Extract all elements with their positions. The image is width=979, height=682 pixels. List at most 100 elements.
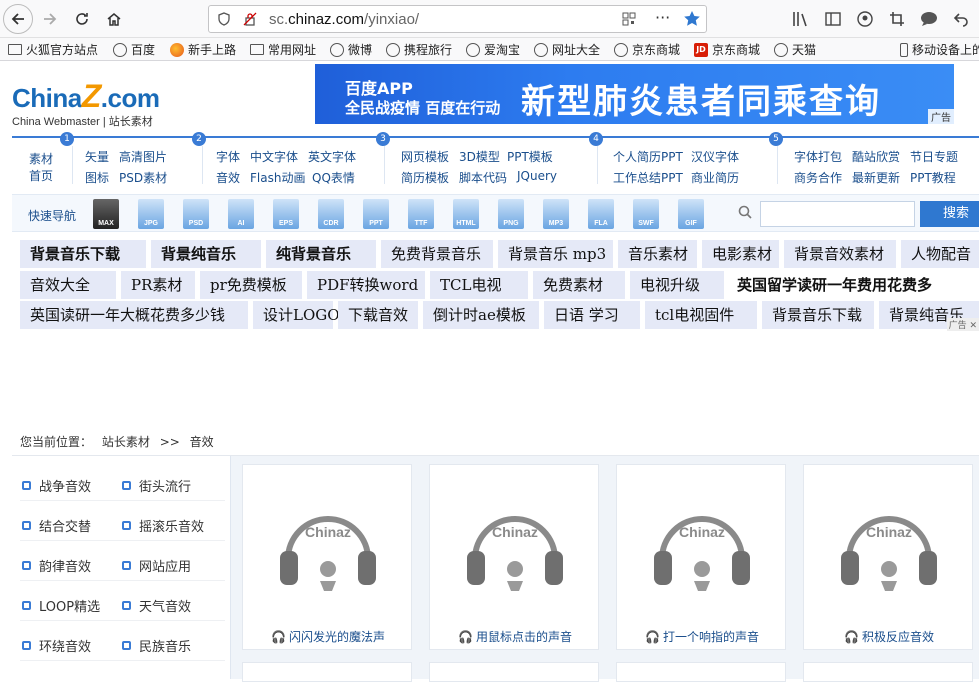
insecure-lock-icon[interactable] <box>243 12 257 26</box>
nav-link[interactable]: 英文字体 <box>308 148 356 165</box>
tag-link[interactable]: PR素材 <box>121 271 195 299</box>
bookmark-item[interactable]: 爱淘宝 <box>466 41 520 58</box>
bookmark-item[interactable]: 新手上路 <box>170 41 236 58</box>
eps-file-icon[interactable]: EPS <box>273 199 299 229</box>
nav-link[interactable]: 网页模板 <box>401 148 449 165</box>
ppt-file-icon[interactable]: PPT <box>363 199 389 229</box>
breadcrumb-link[interactable]: 站长素材 <box>102 435 150 449</box>
search-button[interactable]: 搜索 <box>920 201 979 227</box>
sound-card-next-row[interactable] <box>616 662 786 682</box>
tag-link[interactable]: 设计LOGO <box>253 301 340 329</box>
ad-close-mark[interactable]: 广告 ✕ <box>946 318 979 331</box>
sound-card[interactable]: Chinaz 🎧 打一个响指的声音 <box>616 464 786 650</box>
sidebar-item[interactable]: 网站应用 <box>122 556 191 575</box>
jpg-file-icon[interactable]: JPG <box>138 199 164 229</box>
tag-link[interactable]: 背景音乐下载 <box>762 301 874 329</box>
search-input[interactable] <box>760 201 915 227</box>
star-bookmark-icon[interactable] <box>683 10 701 28</box>
card-title[interactable]: 🎧 积极反应音效 <box>804 628 974 645</box>
sidebar-item[interactable]: 结合交替 <box>22 516 91 535</box>
nav-link[interactable]: 脚本代码 <box>459 169 507 186</box>
tag-link[interactable]: 音效大全 <box>20 271 116 299</box>
shield-icon[interactable] <box>217 12 231 26</box>
sound-card[interactable]: Chinaz 🎧 积极反应音效 <box>803 464 973 650</box>
nav-link[interactable]: 字体 <box>216 148 240 165</box>
png-file-icon[interactable]: PNG <box>498 199 524 229</box>
tag-link[interactable]: 日语 学习 <box>544 301 640 329</box>
nav-link[interactable]: PPT教程 <box>910 169 956 186</box>
sidebar-item[interactable]: 环绕音效 <box>22 636 91 655</box>
tag-link[interactable]: 背景音乐 mp3 <box>498 240 613 268</box>
sidebar-item[interactable]: LOOP精选 <box>22 596 100 615</box>
nav-link[interactable]: PSD素材 <box>119 169 167 186</box>
sound-card[interactable]: Chinaz 🎧 用鼠标点击的声音 <box>429 464 599 650</box>
card-title[interactable]: 🎧 闪闪发光的魔法声 <box>243 628 413 645</box>
ai-file-icon[interactable]: AI <box>228 199 254 229</box>
nav-link[interactable]: 商务合作 <box>794 169 842 186</box>
tag-link[interactable]: PDF转换word <box>307 271 425 299</box>
nav-link[interactable]: 图标 <box>85 169 109 186</box>
site-logo[interactable]: ChinaZ.com China Webmaster | 站长素材 <box>12 78 160 129</box>
nav-link[interactable]: 商业简历 <box>691 169 739 186</box>
sidebar-item[interactable]: 民族音乐 <box>122 636 191 655</box>
nav-link[interactable]: 音效 <box>216 169 240 186</box>
nav-link[interactable]: 最新更新 <box>852 169 900 186</box>
bookmark-item[interactable]: 京东商城 <box>614 41 680 58</box>
nav-link[interactable]: 字体打包 <box>794 148 842 165</box>
bookmark-item[interactable]: 携程旅行 <box>386 41 452 58</box>
account-icon[interactable] <box>856 10 874 28</box>
card-title[interactable]: 🎧 打一个响指的声音 <box>617 628 787 645</box>
sound-card-next-row[interactable] <box>242 662 412 682</box>
bookmark-item[interactable]: 移动设备上的 <box>900 41 979 58</box>
nav-link-home[interactable]: 素材 <box>29 150 53 167</box>
tag-link[interactable]: 背景音乐下载 <box>20 240 146 268</box>
tag-link[interactable]: 英国留学读研一年费用花费多 <box>727 271 979 299</box>
card-title[interactable]: 🎧 用鼠标点击的声音 <box>430 628 600 645</box>
tag-link[interactable]: 纯背景音乐 <box>266 240 376 268</box>
nav-link[interactable]: 中文字体 <box>250 148 298 165</box>
nav-link[interactable]: JQuery <box>517 169 557 183</box>
bookmark-item[interactable]: JD 京东商城 <box>694 41 760 58</box>
nav-link[interactable]: 酷站欣赏 <box>852 148 900 165</box>
nav-link[interactable]: 节日专题 <box>910 148 958 165</box>
bookmark-item[interactable]: 天猫 <box>774 41 816 58</box>
back-button[interactable] <box>3 4 33 34</box>
nav-link[interactable]: 汉仪字体 <box>691 148 739 165</box>
bookmark-item[interactable]: 火狐官方站点 <box>8 41 98 58</box>
nav-link[interactable]: 工作总结PPT <box>613 169 683 186</box>
max-file-icon[interactable]: MAX <box>93 199 119 229</box>
tag-link[interactable]: 背景音效素材 <box>784 240 896 268</box>
tag-link[interactable]: 电视升级 <box>630 271 724 299</box>
psd-file-icon[interactable]: PSD <box>183 199 209 229</box>
sound-card[interactable]: Chinaz 🎧 闪闪发光的魔法声 <box>242 464 412 650</box>
fla-file-icon[interactable]: FLA <box>588 199 614 229</box>
tag-link[interactable]: tcl电视固件 <box>645 301 757 329</box>
tag-link[interactable]: 倒计时ae模板 <box>423 301 539 329</box>
tag-link[interactable]: 免费素材 <box>533 271 625 299</box>
bookmark-item[interactable]: 百度 <box>113 41 155 58</box>
tag-link[interactable]: 下载音效 <box>338 301 418 329</box>
nav-link[interactable]: QQ表情 <box>312 169 355 186</box>
nav-link[interactable]: 高清图片 <box>119 148 167 165</box>
nav-link-home[interactable]: 首页 <box>29 167 53 184</box>
tag-link[interactable]: 背景纯音乐 <box>151 240 261 268</box>
html-file-icon[interactable]: HTML <box>453 199 479 229</box>
nav-link[interactable]: 简历模板 <box>401 169 449 186</box>
qr-code-icon[interactable] <box>622 12 636 26</box>
gif-file-icon[interactable]: GIF <box>678 199 704 229</box>
home-button[interactable] <box>100 5 128 33</box>
bookmark-item[interactable]: 网址大全 <box>534 41 600 58</box>
crop-screenshot-icon[interactable] <box>888 10 906 28</box>
url-bar[interactable]: sc.chinaz.com/yinxiao/ ··· <box>208 5 707 33</box>
sidebar-item[interactable]: 战争音效 <box>22 476 91 495</box>
bookmark-item[interactable]: 微博 <box>330 41 372 58</box>
sidebar-item[interactable]: 天气音效 <box>122 596 191 615</box>
tag-link[interactable]: TCL电视 <box>430 271 528 299</box>
sidebar-item[interactable]: 摇滚乐音效 <box>122 516 204 535</box>
tag-link[interactable]: 英国读研一年大概花费多少钱 <box>20 301 248 329</box>
nav-link[interactable]: 3D模型 <box>459 148 500 165</box>
nav-link[interactable]: PPT模板 <box>507 148 553 165</box>
nav-link[interactable]: Flash动画 <box>250 169 305 186</box>
bookmark-item[interactable]: 常用网址 <box>250 41 316 58</box>
sound-card-next-row[interactable] <box>429 662 599 682</box>
